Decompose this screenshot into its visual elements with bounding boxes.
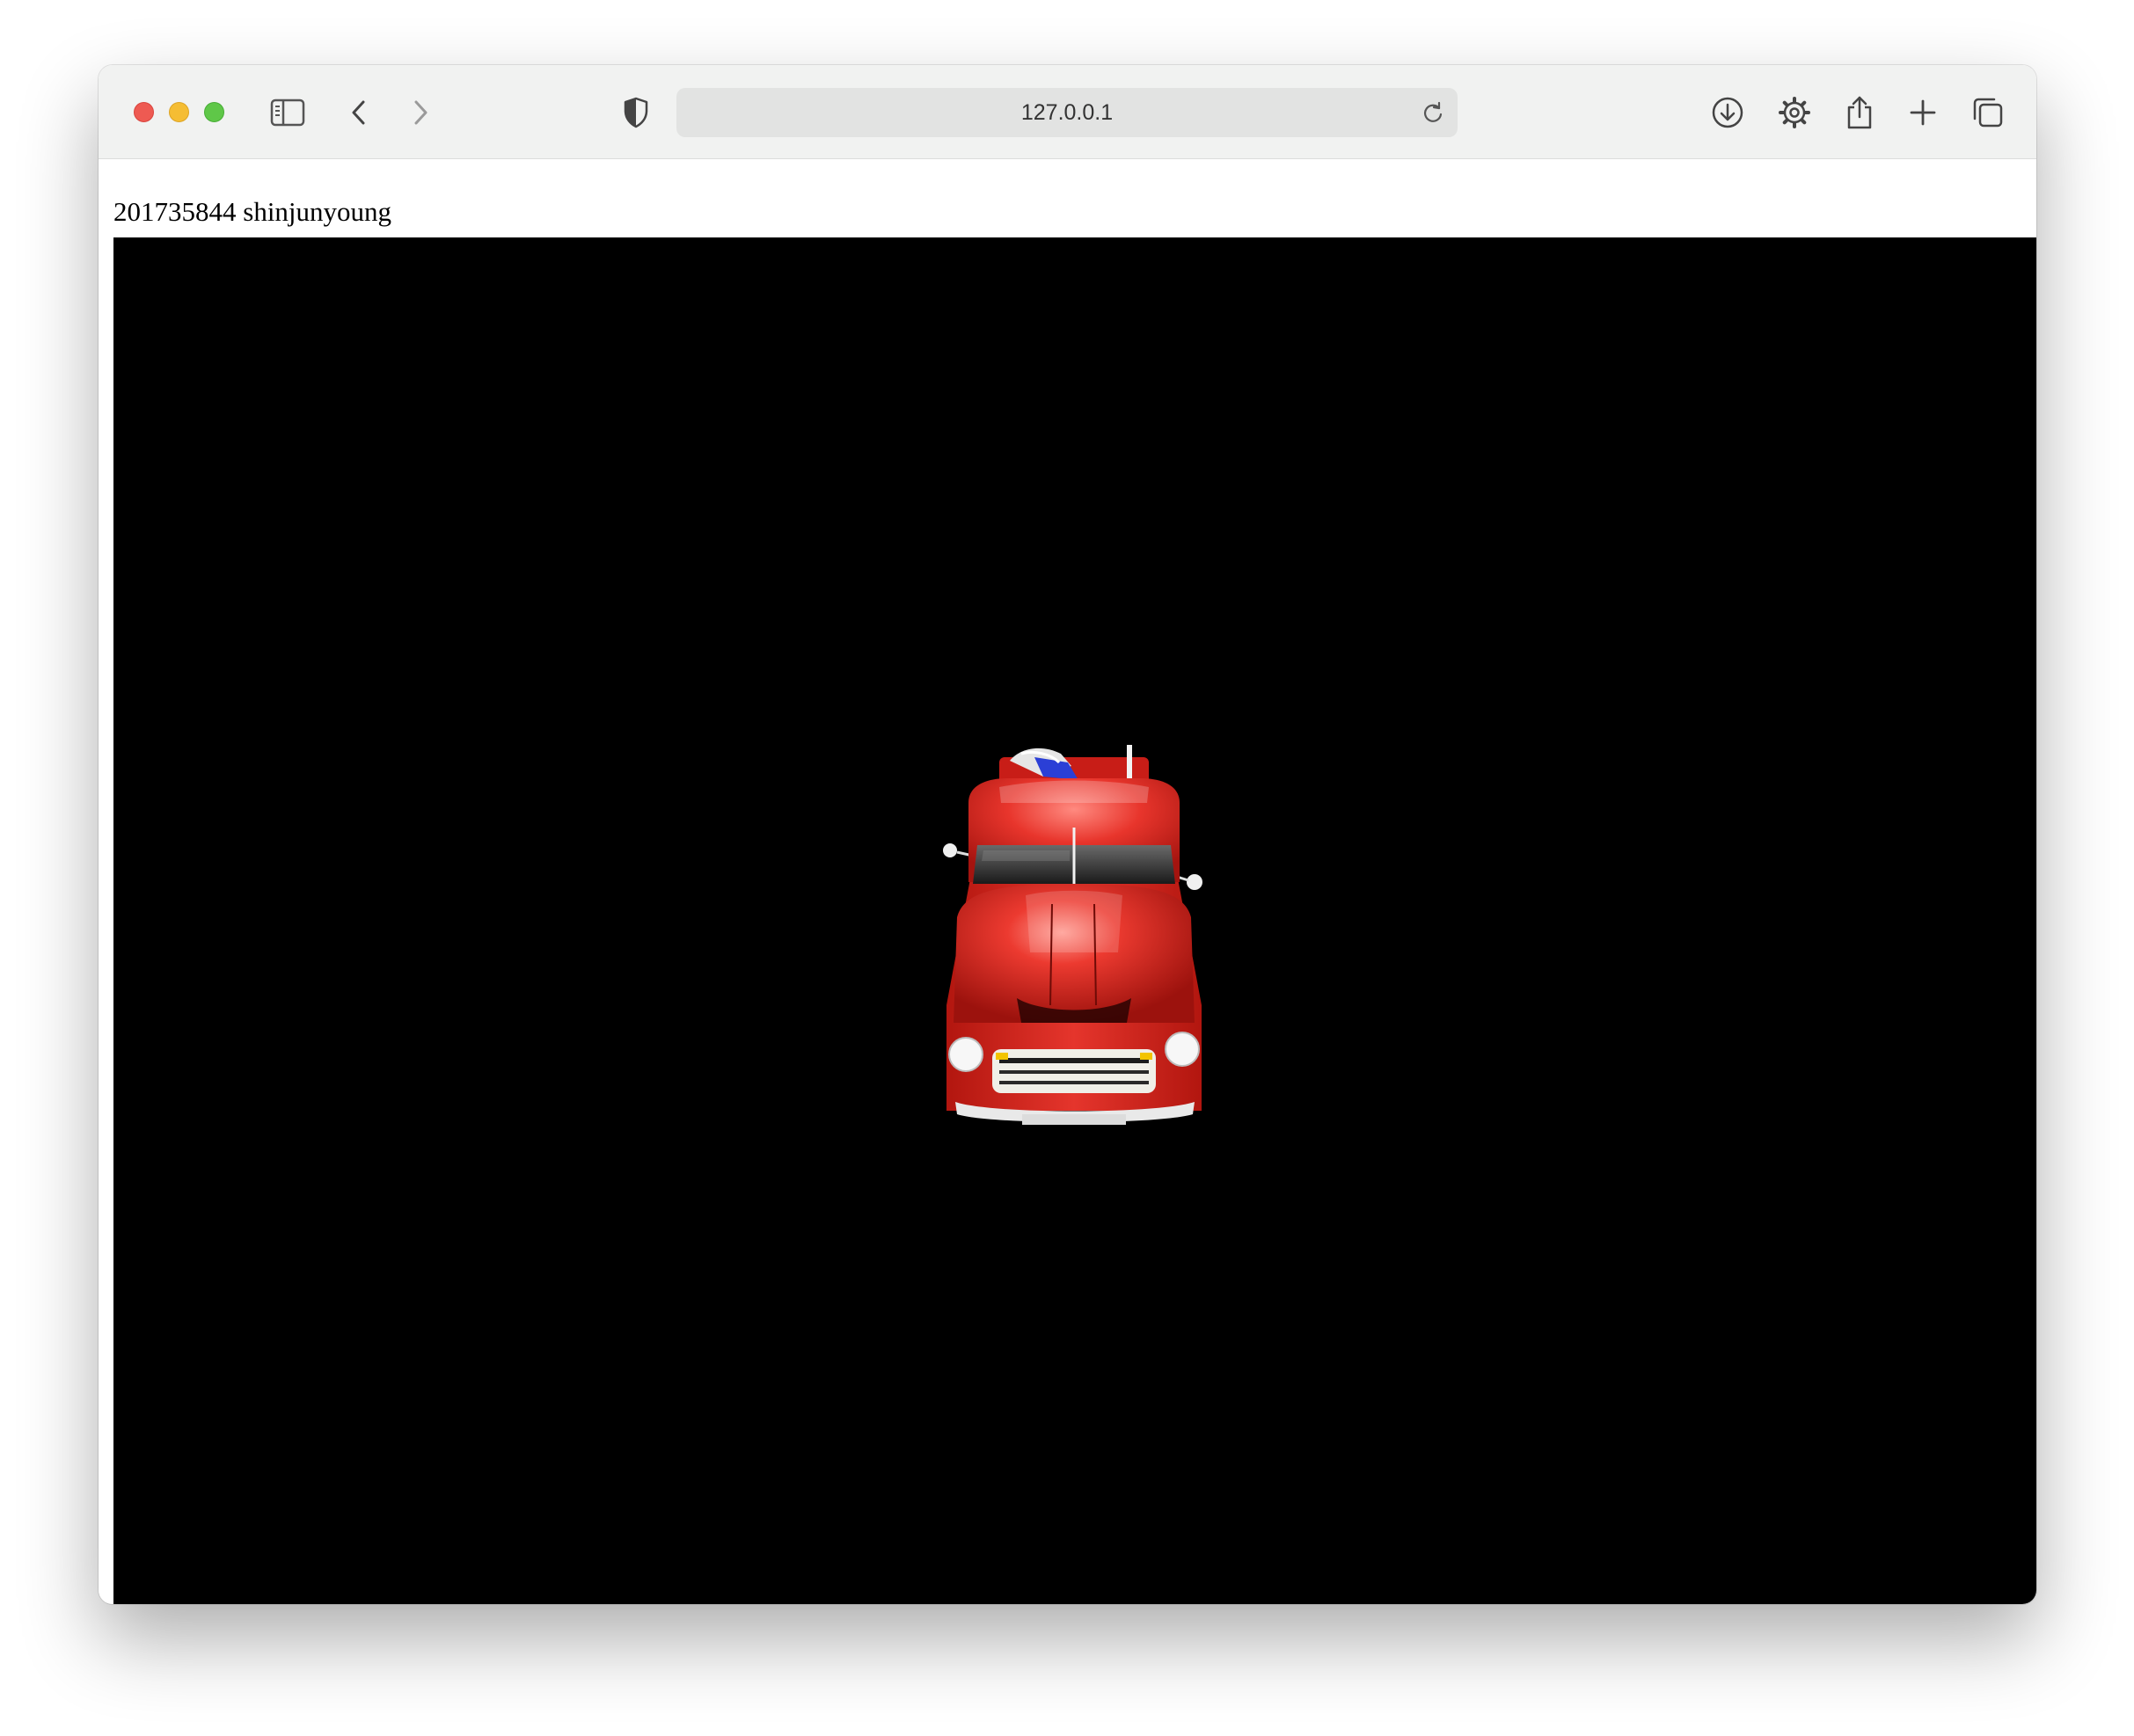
close-window-button[interactable] [134, 102, 154, 122]
browser-toolbar: 127.0.0.1 [99, 65, 2036, 159]
share-button[interactable] [1838, 91, 1881, 134]
settings-button[interactable] [1773, 91, 1816, 134]
sidebar-toggle-button[interactable] [267, 91, 309, 134]
sidebar-icon [270, 98, 305, 127]
page-content: 201735844 shinjunyoung [99, 159, 2036, 1604]
browser-window: 127.0.0.1 201735844 shinjunyoung [99, 65, 2036, 1604]
forward-button[interactable] [399, 91, 442, 134]
new-tab-button[interactable] [1902, 91, 1944, 134]
download-icon [1712, 97, 1743, 128]
address-bar[interactable]: 127.0.0.1 [676, 88, 1458, 137]
reload-icon[interactable] [1421, 100, 1445, 125]
plus-icon [1910, 99, 1936, 126]
tab-overview-button[interactable] [1967, 91, 2009, 134]
back-button[interactable] [338, 91, 380, 134]
downloads-button[interactable] [1706, 91, 1749, 134]
webgl-canvas[interactable] [113, 237, 2036, 1604]
minimize-window-button[interactable] [169, 102, 189, 122]
chevron-right-icon [414, 100, 428, 125]
red-pickup-truck-model [943, 745, 1202, 1125]
privacy-report-button[interactable] [615, 91, 657, 134]
shield-icon [624, 97, 648, 128]
url-text[interactable]: 127.0.0.1 [676, 88, 1458, 137]
share-icon [1847, 96, 1872, 129]
zoom-window-button[interactable] [204, 102, 224, 122]
tab-overview-icon [1973, 98, 2003, 128]
page-heading: 201735844 shinjunyoung [113, 196, 392, 227]
gear-icon [1779, 97, 1810, 128]
chevron-left-icon [352, 100, 365, 125]
